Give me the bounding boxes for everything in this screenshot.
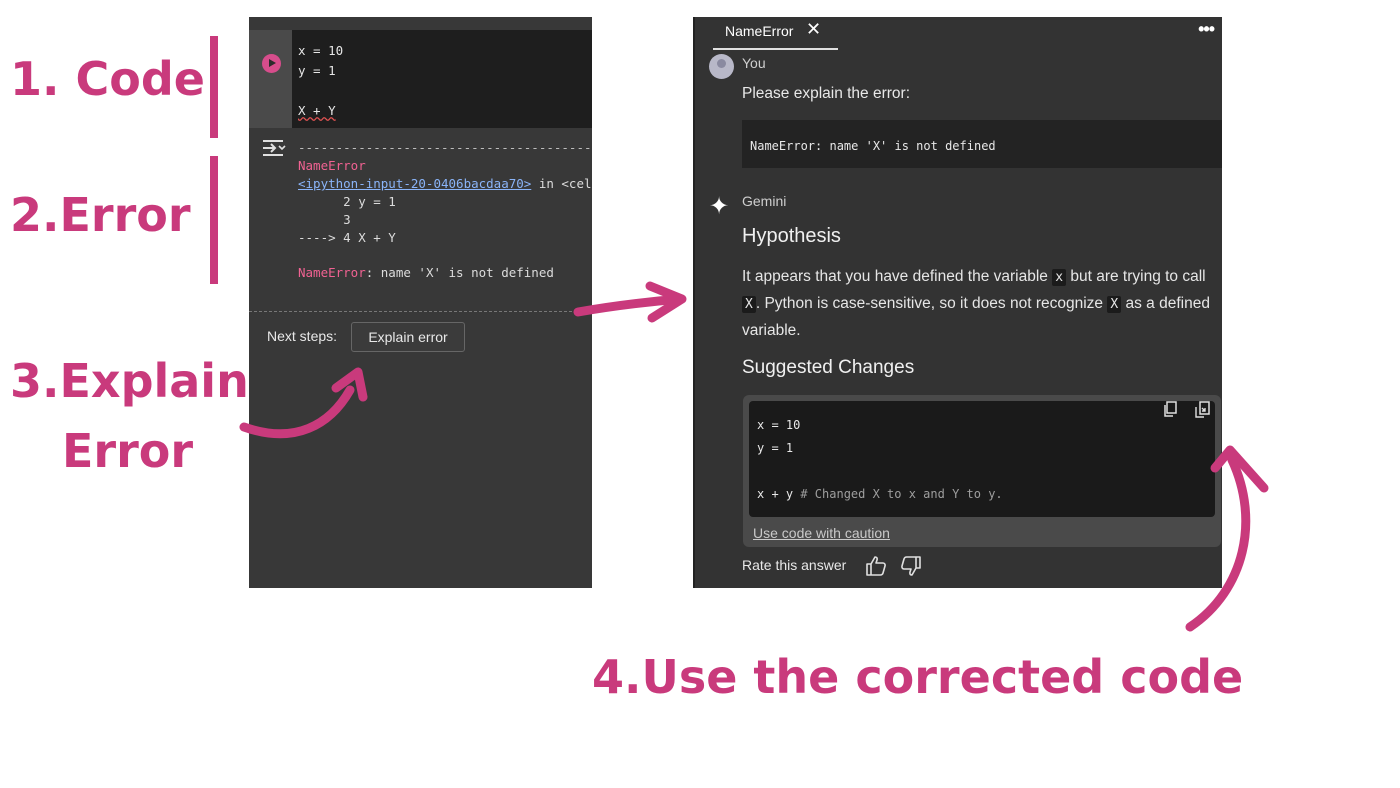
code-line: x = 10 xyxy=(757,418,801,432)
close-icon[interactable]: ✕ xyxy=(806,19,821,40)
more-options-icon[interactable]: ••• xyxy=(1198,19,1215,40)
hypothesis-text: It appears that you have defined the var… xyxy=(742,268,1210,339)
insert-code-icon[interactable] xyxy=(1193,401,1213,419)
assistant-name: Gemini xyxy=(742,193,787,209)
gemini-sparkle-icon: ✦ xyxy=(709,193,730,220)
user-prompt: Please explain the error: xyxy=(742,85,911,102)
arrow-head-gemini xyxy=(645,281,687,323)
step3-label-line1: 3.Explain xyxy=(10,354,249,408)
code-line: x + y # Changed X to x and Y to y. xyxy=(757,487,1003,501)
tab-indicator xyxy=(713,48,838,50)
use-code-with-caution-link[interactable]: Use code with caution xyxy=(753,525,890,541)
explain-error-button[interactable]: Explain error xyxy=(351,322,465,352)
user-avatar xyxy=(709,54,734,79)
output-divider xyxy=(249,311,592,312)
traceback-separator: ----------------------------------------… xyxy=(298,140,592,155)
suggested-code-block[interactable]: x = 10 y = 1 x + y # Changed X to x and … xyxy=(749,401,1215,517)
traceback-line: ----> 4 X + Y xyxy=(298,230,396,245)
prompt-code-text: NameError: name 'X' is not defined xyxy=(750,139,996,153)
inline-code: x xyxy=(1052,269,1067,286)
error-text: : name 'X' is not defined xyxy=(365,265,554,280)
suggested-changes-heading: Suggested Changes xyxy=(742,357,915,378)
traceback-line: 3 xyxy=(298,212,351,227)
next-steps-label: Next steps: xyxy=(267,328,338,344)
run-cell-button[interactable] xyxy=(262,54,281,73)
inline-code: X xyxy=(1107,296,1122,313)
prompt-code-block: NameError: name 'X' is not defined xyxy=(742,120,1222,168)
code-line: y = 1 xyxy=(757,441,794,455)
tab-nameerror[interactable]: NameError xyxy=(725,23,793,39)
traceback-link[interactable]: <ipython-input-20-0406bacdaa70> xyxy=(298,176,531,191)
step4-label: 4.Use the corrected code xyxy=(592,650,1244,704)
output-toggle-icon[interactable] xyxy=(261,138,287,158)
code-line: X + Y xyxy=(298,103,336,118)
code-editor[interactable]: x = 10 y = 1 X + Y xyxy=(292,30,592,128)
user-name: You xyxy=(742,55,766,71)
arrow-to-gemini xyxy=(573,294,685,317)
step1-bar xyxy=(210,36,218,138)
error-type: NameError xyxy=(298,158,366,173)
traceback-line: 2 y = 1 xyxy=(298,194,396,209)
inline-code: X xyxy=(742,296,756,313)
step1-label: 1. Code xyxy=(10,52,205,106)
suggested-code-container: x = 10 y = 1 x + y # Changed X to x and … xyxy=(743,395,1221,547)
traceback-in: in <cell line: 4>() xyxy=(538,176,592,191)
thumbs-up-icon[interactable] xyxy=(864,554,888,578)
panel-border xyxy=(693,17,695,588)
arrow-head-code xyxy=(1210,445,1269,493)
cell-gutter xyxy=(249,30,292,128)
step3-label-line2: Error xyxy=(62,424,194,478)
code-comment: # Changed X to x and Y to y. xyxy=(793,487,1003,501)
gemini-panel: NameError ✕ ••• You Please explain the e… xyxy=(693,17,1222,588)
rate-answer-label: Rate this answer xyxy=(742,557,847,573)
error-message: NameError: name 'X' is not defined xyxy=(298,265,554,280)
code-line: x = 10 xyxy=(298,43,344,58)
thumbs-down-icon[interactable] xyxy=(899,554,923,578)
error-label: NameError xyxy=(298,265,366,280)
traceback-location: <ipython-input-20-0406bacdaa70> in <cell… xyxy=(298,176,592,191)
hypothesis-heading: Hypothesis xyxy=(742,225,841,247)
notebook-panel: x = 10 y = 1 X + Y ---------------------… xyxy=(249,17,592,588)
step2-bar xyxy=(210,156,218,284)
copy-icon[interactable] xyxy=(1161,401,1181,419)
step2-label: 2.Error xyxy=(10,188,191,242)
code-line: y = 1 xyxy=(298,63,336,78)
